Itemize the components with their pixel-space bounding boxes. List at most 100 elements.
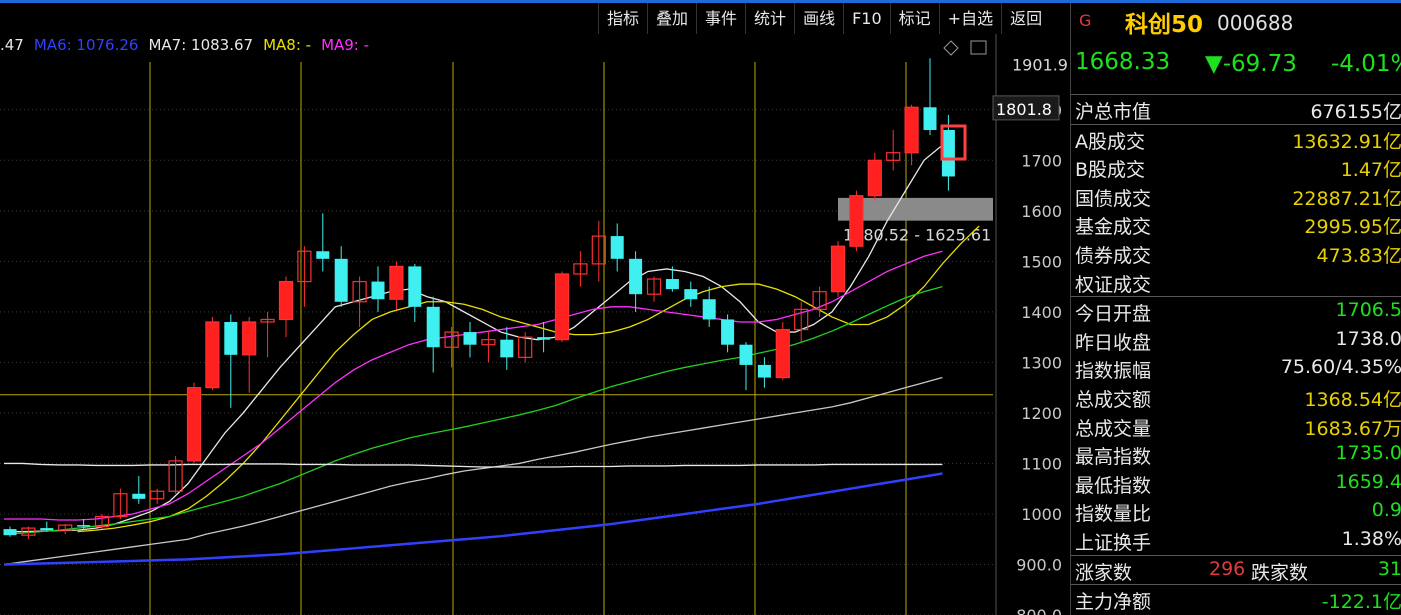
- stat-row: 指数量比 0.9: [1071, 497, 1401, 526]
- toolbar-button-0[interactable]: 指标: [598, 3, 647, 34]
- stat-row: 总成交额 1368.54亿: [1071, 383, 1401, 412]
- y-tick-label: 1200: [1021, 404, 1062, 423]
- stat-value: 1735.0: [1335, 442, 1401, 465]
- candle-body: [389, 265, 404, 300]
- stat-label: 基金成交: [1075, 216, 1152, 239]
- ma-line: [3, 376, 943, 566]
- price-quote: 1668.33 ▼-69.73 -4.01%: [1071, 45, 1401, 85]
- price-change-pct: -4.01%: [1331, 51, 1401, 77]
- candle-body: [186, 387, 202, 462]
- y-tick-label: 1300: [1021, 353, 1062, 372]
- candle-body: [426, 306, 440, 348]
- stat-label: 指数量比: [1075, 503, 1152, 526]
- stat-label: 沪总市值: [1075, 101, 1152, 123]
- candle-body: [334, 258, 348, 302]
- stat-label: B股成交: [1075, 159, 1146, 182]
- toolbar-button-8[interactable]: 返回: [1001, 3, 1050, 34]
- stat-value: 1706.5: [1335, 299, 1401, 322]
- toolbar-button-1[interactable]: 叠加: [647, 3, 696, 34]
- candle-body: [132, 493, 146, 499]
- current-price-label: 1801.8: [996, 100, 1052, 119]
- stat-row: A股成交 13632.91亿: [1071, 123, 1401, 154]
- stat-row: 主力净额 -122.1亿: [1071, 584, 1401, 614]
- price-change: ▼-69.73: [1205, 51, 1297, 77]
- candle-body: [775, 328, 790, 379]
- candle-body: [721, 319, 735, 345]
- candle-body: [224, 321, 238, 355]
- toolbar-button-4[interactable]: 画线: [794, 3, 843, 34]
- candle-body: [610, 236, 624, 259]
- stat-row: 今日开盘 1706.5: [1071, 296, 1401, 326]
- diamond-icon: [943, 40, 959, 56]
- stat-value: 676155亿: [1310, 101, 1401, 123]
- toolbar-button-7[interactable]: +自选: [938, 3, 1001, 34]
- stat-value-secondary: 31: [1377, 557, 1401, 580]
- stat-label: 主力净额: [1075, 591, 1152, 614]
- candle-body: [665, 279, 679, 290]
- candlestick-chart[interactable]: 1580.52 - 1625.611901.97800.0900.0100011…: [0, 34, 1068, 615]
- stat-label: 指数振幅: [1075, 360, 1152, 383]
- index-name: 科创50: [1125, 12, 1204, 38]
- stat-value: 1659.4: [1335, 470, 1401, 493]
- candle-body: [40, 528, 54, 531]
- stat-label: 总成交量: [1075, 417, 1152, 440]
- toolbar-button-2[interactable]: 事件: [696, 3, 745, 34]
- stat-label: 债券成交: [1075, 244, 1152, 267]
- stat-row: B股成交 1.47亿: [1071, 153, 1401, 182]
- candle-body: [77, 525, 91, 527]
- candle-body: [500, 339, 514, 358]
- stat-label: 权证成交: [1075, 273, 1152, 296]
- high-annotation-label: 1901.97: [1012, 55, 1068, 74]
- stat-value: 22887.21亿: [1292, 187, 1401, 210]
- stat-row: 沪总市值 676155亿: [1071, 94, 1401, 124]
- candle-body: [242, 321, 257, 356]
- stat-row: 涨家数 296 跌家数 31: [1071, 554, 1401, 585]
- stat-label: 涨家数: [1075, 561, 1133, 584]
- y-tick-label: 1600: [1021, 202, 1062, 221]
- stat-row: 最高指数 1735.0: [1071, 440, 1401, 469]
- candle-body: [904, 106, 919, 154]
- stat-row: 国债成交 22887.21亿: [1071, 182, 1401, 211]
- toolbar-button-3[interactable]: 统计: [745, 3, 794, 34]
- index-mark: G: [1079, 11, 1092, 30]
- stat-label: 昨日收盘: [1075, 331, 1152, 354]
- ma-line: [4, 462, 943, 468]
- stat-value: 1368.54亿: [1304, 388, 1401, 411]
- candle-body: [537, 337, 551, 340]
- stat-row: 权证成交: [1071, 268, 1401, 297]
- index-code: 000688: [1217, 11, 1294, 35]
- candle-body: [702, 299, 716, 320]
- ma-line: [4, 250, 943, 521]
- y-tick-label: 800.0: [1016, 606, 1062, 615]
- candle-body: [941, 129, 955, 177]
- index-header: G 科创50 000688: [1071, 3, 1401, 39]
- stats-list: 沪总市值 676155亿 A股成交 13632.91亿 B股成交 1.47亿 国债成交 228…: [1071, 94, 1401, 614]
- y-tick-label: 1100: [1021, 454, 1062, 473]
- candle-body: [757, 364, 771, 378]
- quote-sidebar: G 科创50 000688 1668.33 ▼-69.73 -4.01% 沪总市…: [1070, 3, 1401, 615]
- stat-value: 75.60/4.35%: [1280, 356, 1401, 379]
- y-tick-label: 1500: [1021, 252, 1062, 271]
- stat-value: 2995.95亿: [1304, 216, 1401, 239]
- stat-value: 473.83亿: [1316, 244, 1401, 267]
- stat-label: A股成交: [1075, 130, 1145, 153]
- toolbar-button-5[interactable]: F10: [843, 3, 890, 34]
- candle-body: [408, 266, 422, 307]
- stat-row: 昨日收盘 1738.0: [1071, 326, 1401, 355]
- candle-body: [923, 107, 937, 130]
- candle-body: [371, 281, 385, 300]
- candle-body: [849, 195, 864, 247]
- stat-label: 最低指数: [1075, 474, 1152, 497]
- candle-body: [205, 321, 220, 389]
- candle-body: [554, 273, 570, 341]
- stat-value: 1.38%: [1341, 527, 1401, 550]
- toolbar-button-6[interactable]: 标记: [889, 3, 939, 34]
- candle-body: [684, 289, 698, 300]
- stat-row: 上证换手 1.38%: [1071, 526, 1401, 555]
- stat-label: 今日开盘: [1075, 303, 1152, 326]
- candle-body: [830, 245, 846, 293]
- chart-toolbar: 指标 叠加 事件 统计 画线 F10 标记 +自选 返回: [598, 3, 1050, 34]
- candle-body: [3, 529, 17, 536]
- stat-label: 最高指数: [1075, 446, 1152, 469]
- candle-body: [278, 280, 294, 321]
